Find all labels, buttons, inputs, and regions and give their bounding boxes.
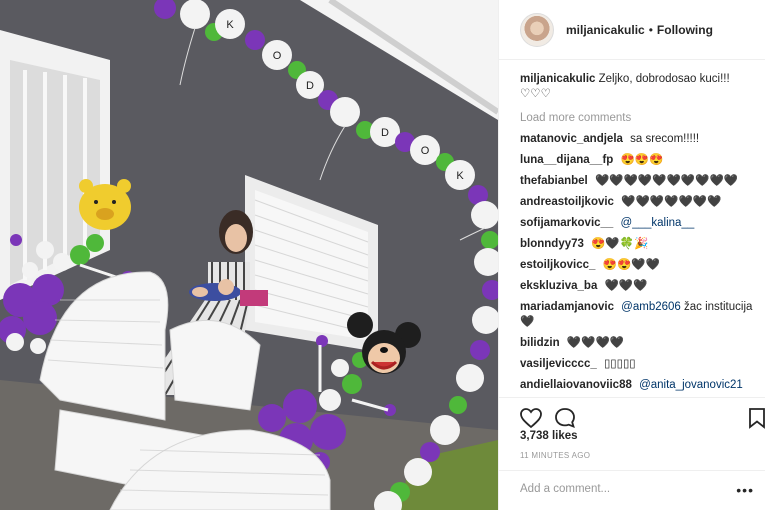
comment-username[interactable]: ekskluziva_ba bbox=[520, 280, 597, 292]
comment-username[interactable]: estoiljkovicc_ bbox=[520, 259, 595, 271]
comment-item: sofijamarkovic__ @___kalina__ bbox=[520, 216, 756, 231]
comment-item: thefabianbel 🖤🖤🖤🖤🖤🖤🖤🖤🖤🖤 bbox=[520, 174, 756, 189]
comment-username[interactable]: sofijamarkovic__ bbox=[520, 217, 613, 229]
comment-text: sa srecom!!!!! bbox=[630, 133, 700, 145]
comment-item: estoiljkovicc_ 😍😍🖤🖤 bbox=[520, 258, 756, 273]
comment-text: 🖤🖤🖤🖤 bbox=[566, 337, 625, 349]
heart-icon[interactable] bbox=[519, 406, 543, 430]
comment-text: 😍🖤🍀🎉 bbox=[591, 238, 649, 250]
comment-mention[interactable]: @___kalina__ bbox=[621, 217, 695, 229]
comment-item: andiellaiovanoviic88 @anita_jovanovic21 bbox=[520, 378, 756, 393]
bookmark-icon[interactable] bbox=[745, 406, 765, 430]
post-timestamp[interactable]: 11 MINUTES AGO bbox=[520, 451, 590, 460]
balloon-letter: K bbox=[226, 19, 234, 31]
balloon-letter: K bbox=[456, 170, 464, 182]
post-header: miljanicakulic • Following bbox=[499, 0, 765, 60]
ellipsis-icon[interactable]: ••• bbox=[736, 483, 754, 497]
comment-username[interactable]: thefabianbel bbox=[520, 175, 588, 187]
comment-item: luna__dijana__fp 😍😍😍 bbox=[520, 153, 756, 168]
comment-text: 😍😍🖤🖤 bbox=[602, 259, 660, 271]
add-comment-section: ••• bbox=[499, 470, 765, 510]
comment-item: andreastoiljkovic 🖤🖤🖤🖤🖤🖤🖤 bbox=[520, 195, 756, 210]
following-button[interactable]: Following bbox=[657, 23, 713, 37]
balloon-letter: O bbox=[421, 145, 430, 157]
header-text: miljanicakulic • Following bbox=[566, 23, 713, 37]
comment-username[interactable]: blonndyy73 bbox=[520, 238, 584, 250]
comment-text: 🖤🖤🖤 bbox=[604, 280, 648, 292]
caption-username[interactable]: miljanicakulic bbox=[520, 73, 595, 85]
comment-text: 🖤🖤🖤🖤🖤🖤🖤🖤🖤🖤 bbox=[594, 175, 739, 187]
comment-text: ▯▯▯▯▯ bbox=[603, 358, 636, 370]
balloon-letter: O bbox=[273, 50, 282, 62]
comment-mention[interactable]: @anita_jovanovic21 bbox=[639, 379, 743, 391]
comment-item: ekskluziva_ba 🖤🖤🖤 bbox=[520, 279, 756, 294]
speech-bubble-icon[interactable] bbox=[553, 406, 577, 430]
comment-username[interactable]: matanovic_andjela bbox=[520, 133, 623, 145]
comment-item: mariadamjanovic @amb2606 žac institucija… bbox=[520, 300, 756, 330]
comment-username[interactable]: luna__dijana__fp bbox=[520, 154, 613, 166]
header-separator: • bbox=[648, 22, 653, 37]
comment-item: matanovic_andjela sa srecom!!!!! bbox=[520, 132, 756, 147]
comment-item: blonndyy73 😍🖤🍀🎉 bbox=[520, 237, 756, 252]
comment-text: 😍😍😍 bbox=[620, 154, 664, 166]
comment-username[interactable]: andiellaiovanoviic88 bbox=[520, 379, 632, 391]
comment-username[interactable]: andreastoiljkovic bbox=[520, 196, 614, 208]
likes-count[interactable]: 3,738 likes bbox=[520, 430, 578, 442]
header-username[interactable]: miljanicakulic bbox=[566, 23, 645, 37]
add-comment-input[interactable] bbox=[520, 483, 720, 495]
balloon-letter: D bbox=[381, 127, 389, 139]
comment-mention[interactable]: @amb2606 bbox=[621, 301, 681, 313]
comment-username[interactable]: bilidzin bbox=[520, 337, 560, 349]
balloon-letter: D bbox=[306, 80, 314, 92]
comment-item: bilidzin 🖤🖤🖤🖤 bbox=[520, 336, 756, 351]
post-caption: miljanicakulic Zeljko, dobrodosao kuci!!… bbox=[520, 72, 756, 102]
comment-username[interactable]: mariadamjanovic bbox=[520, 301, 614, 313]
avatar[interactable] bbox=[520, 12, 554, 47]
comment-text: 🖤🖤🖤🖤🖤🖤🖤 bbox=[621, 196, 722, 208]
photo-scene: K O D D O K bbox=[0, 0, 498, 510]
post-photo[interactable]: K O D D O K bbox=[0, 0, 498, 510]
comments-section: miljanicakulic Zeljko, dobrodosao kuci!!… bbox=[520, 72, 756, 399]
post-sidebar: miljanicakulic • Following miljanicakuli… bbox=[498, 0, 765, 510]
comment-item: vasiljevicccc_ ▯▯▯▯▯ bbox=[520, 357, 756, 372]
comment-username[interactable]: vasiljevicccc_ bbox=[520, 358, 597, 370]
load-more-comments-link[interactable]: Load more comments bbox=[520, 112, 756, 124]
